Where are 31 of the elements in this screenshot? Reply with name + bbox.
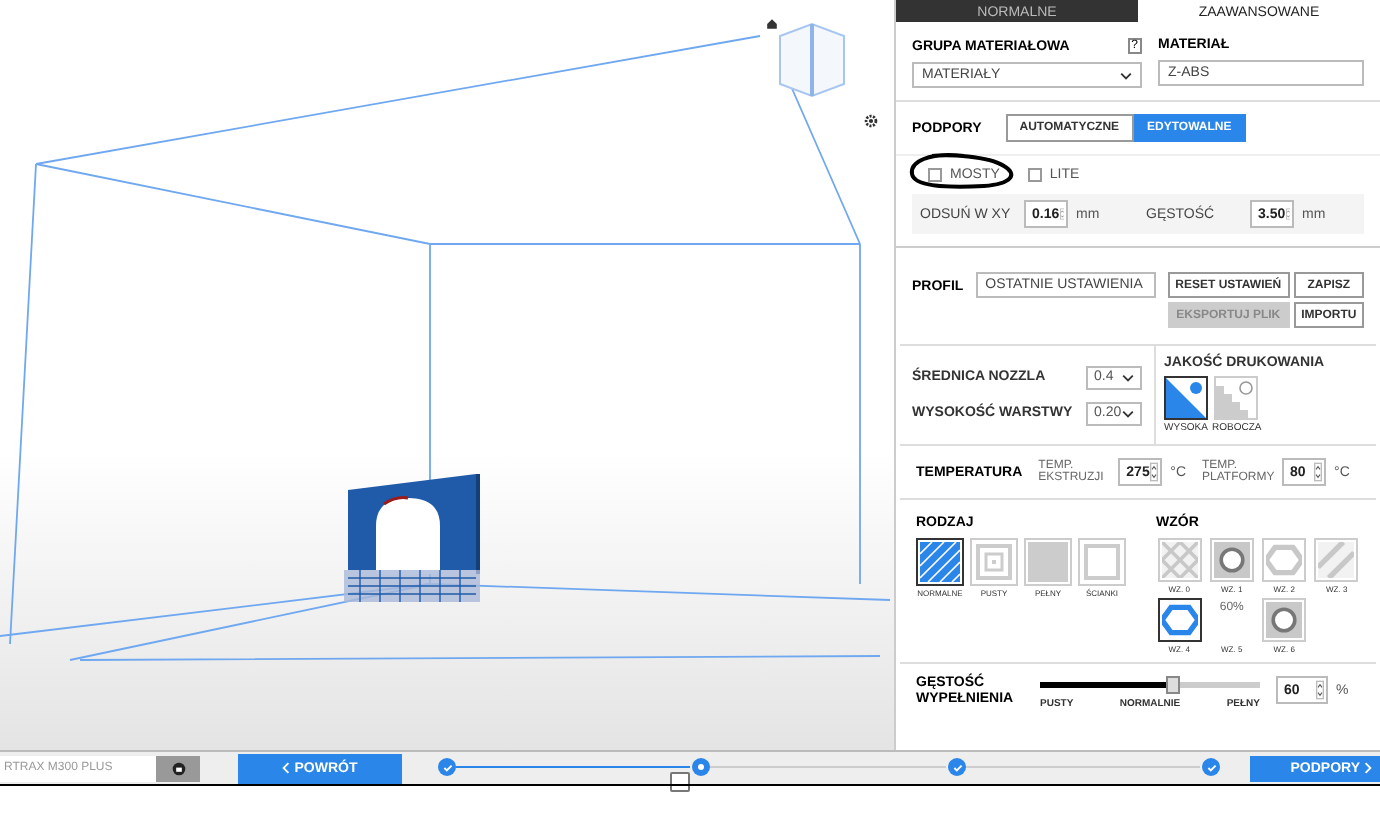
spinner-arrows-icon[interactable] (1150, 460, 1159, 484)
hexagon-pattern-icon (1161, 602, 1198, 638)
checkbox[interactable] (928, 168, 942, 182)
spinner-arrows-icon[interactable] (1314, 460, 1323, 484)
settings-icon[interactable] (864, 114, 878, 128)
filled-square-icon (1028, 542, 1068, 582)
step-marker[interactable] (438, 758, 456, 776)
slider-track[interactable] (1040, 682, 1260, 688)
spinner-arrows-icon[interactable] (1316, 678, 1324, 702)
drag-handle[interactable] (670, 772, 690, 792)
hexagon-pattern-icon (1266, 542, 1303, 578)
home-icon[interactable] (766, 18, 778, 30)
chevron-down-icon (1120, 71, 1132, 79)
lock-button[interactable] (156, 755, 200, 781)
slider-thumb[interactable] (1166, 676, 1180, 694)
checkbox[interactable] (1027, 168, 1042, 182)
ring-pattern-icon (1266, 602, 1303, 638)
step-marker[interactable] (1202, 758, 1220, 776)
step-marker[interactable] (948, 758, 966, 776)
ring-pattern-icon (1213, 542, 1250, 578)
chevron-right-icon (1364, 762, 1372, 774)
stripes-pattern-icon (1318, 542, 1355, 578)
chevron-down-icon (1122, 409, 1134, 417)
chevron-left-icon (282, 762, 291, 774)
diamond-pattern-icon (1161, 542, 1198, 578)
lock-icon (171, 761, 185, 775)
hatched-square-icon (920, 542, 960, 582)
chevron-down-icon (1122, 373, 1134, 381)
step-marker[interactable] (692, 758, 710, 776)
nested-squares-icon (974, 542, 1014, 582)
outlined-square-icon (1082, 542, 1122, 582)
